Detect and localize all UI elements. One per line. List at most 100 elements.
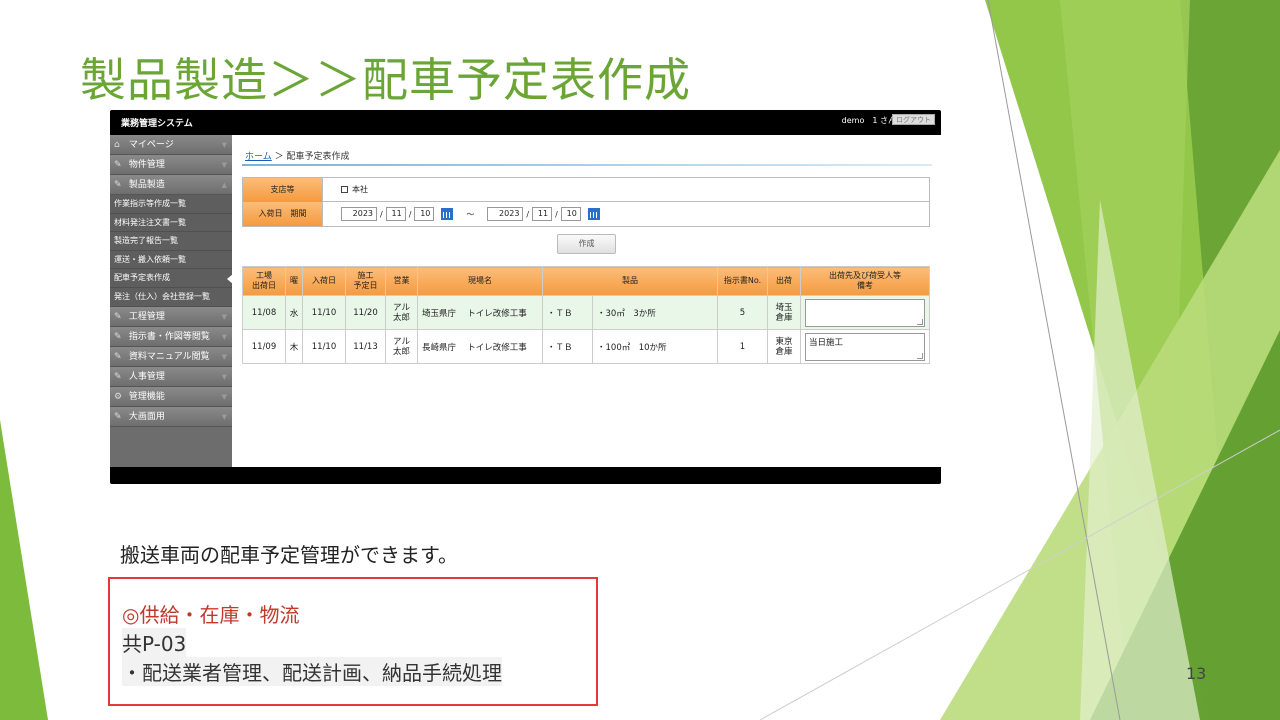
branch-checkbox[interactable]: [341, 186, 348, 193]
notes-textarea[interactable]: 当日施工: [805, 332, 925, 361]
create-button[interactable]: 作成: [557, 234, 616, 254]
calendar-icon[interactable]: [441, 208, 454, 220]
breadcrumb-home-link[interactable]: ホーム: [245, 152, 272, 162]
breadcrumb-current: 配車予定表作成: [286, 152, 350, 162]
chevron-down-icon: ▼: [221, 412, 227, 421]
sidebar-subitem-transport-requests[interactable]: 運送・搬入依頼一覧: [110, 250, 232, 270]
sidebar-subitem-material-orders[interactable]: 材料発注注文書一覧: [110, 213, 232, 233]
col-sales: 営業: [385, 266, 418, 296]
cell-site-project: トイレ改修工事: [467, 342, 527, 353]
cell-instruction-no: 1: [717, 329, 768, 364]
feature-item: ・配送業者管理、配送計画、納品手続処理: [122, 657, 502, 686]
chevron-down-icon: ▼: [221, 392, 227, 401]
cell-weekday: 水: [285, 295, 303, 330]
sidebar-item-manufacturing[interactable]: ✎ 製品製造 ▲: [110, 175, 232, 195]
period-label: 入荷日 期間: [243, 202, 323, 226]
to-month-input[interactable]: 11: [532, 207, 553, 221]
date-separator: /: [555, 209, 558, 219]
col-instruction-no: 指示書No.: [717, 266, 768, 296]
to-year-input[interactable]: 2023: [487, 207, 524, 221]
sidebar-item-admin[interactable]: ⚙ 管理機能 ▼: [110, 386, 232, 407]
chevron-down-icon: ▼: [221, 332, 227, 341]
sidebar-item-label: 製品製造: [128, 180, 165, 190]
from-month-input[interactable]: 11: [385, 207, 406, 221]
sidebar-item-large-screen[interactable]: ✎ 大画面用 ▼: [110, 406, 232, 427]
pencil-icon: ✎: [114, 160, 122, 170]
chevron-down-icon: ▼: [221, 312, 227, 321]
user-name: demo 1 さん: [841, 116, 896, 125]
app-header: 業務管理システム demo 1 さん ログアウト: [110, 110, 941, 135]
sidebar-subitem-completion-reports[interactable]: 製造完了報告一覧: [110, 232, 232, 251]
from-day-input[interactable]: 10: [414, 207, 435, 221]
slide-title: 製品製造＞＞配車予定表作成: [80, 53, 691, 107]
sidebar-item-hr[interactable]: ✎ 人事管理 ▼: [110, 366, 232, 387]
sidebar-item-label: 管理機能: [128, 391, 165, 402]
cell-site-project: トイレ改修工事: [467, 308, 527, 319]
feature-category: ◎供給・在庫・物流: [122, 603, 300, 627]
from-year-input[interactable]: 2023: [341, 207, 377, 221]
sidebar-item-label: 指示書・作図等閲覧: [128, 331, 210, 342]
chevron-down-icon: ▼: [221, 352, 227, 361]
cell-product-type: ・ＴＢ: [542, 329, 593, 364]
sidebar-item-instructions[interactable]: ✎ 指示書・作図等閲覧 ▼: [110, 326, 232, 347]
cell-product-detail: ・100㎡ 10か所: [592, 329, 718, 364]
breadcrumb-separator: ＞: [274, 152, 284, 162]
slide-description: 搬送車両の配車予定管理ができます。: [120, 543, 458, 567]
sidebar-item-manuals[interactable]: ✎ 資料マニュアル閲覧 ▼: [110, 346, 232, 367]
sidebar-subitem-supplier-registry[interactable]: 発注（仕入）会社登録一覧: [110, 287, 232, 307]
app-name: 業務管理システム: [121, 119, 193, 129]
notes-textarea[interactable]: [805, 298, 925, 327]
sidebar-item-process[interactable]: ✎ 工程管理 ▼: [110, 306, 232, 327]
range-tilde: ～: [466, 209, 475, 219]
feature-box: ◎供給・在庫・物流 共P-03 ・配送業者管理、配送計画、納品手続処理: [108, 577, 598, 706]
app-window: 業務管理システム demo 1 さん ログアウト ⌂ マイページ ▼ ✎ 物件管…: [110, 110, 941, 484]
pencil-icon: ✎: [114, 331, 122, 342]
sidebar-item-label: 工程管理: [128, 311, 165, 322]
col-site-name: 現場名: [417, 266, 543, 296]
cell-work-date: 11/13: [345, 329, 386, 364]
pencil-icon: ✎: [114, 180, 122, 190]
cell-sales: アル 太郎: [385, 329, 418, 364]
col-work-date: 施工 予定日: [345, 266, 386, 296]
app-footer: [110, 467, 941, 484]
table-row: 11/09 木 11/10 11/13 アル 太郎 長崎県庁 トイレ改修工事 ・…: [242, 329, 930, 364]
logout-button[interactable]: ログアウト: [892, 114, 935, 125]
cell-instruction-no: 5: [717, 295, 768, 330]
pencil-icon: ✎: [114, 411, 122, 422]
sidebar-item-label: 大画面用: [128, 411, 165, 422]
sidebar-subitem-dispatch-schedule[interactable]: 配車予定表作成: [110, 269, 233, 288]
sidebar-item-label: 人事管理: [128, 371, 165, 382]
cell-work-date: 11/20: [345, 295, 386, 330]
chevron-down-icon: ▼: [221, 372, 227, 381]
col-shipment: 出荷: [767, 266, 801, 296]
home-icon: ⌂: [114, 140, 120, 150]
sidebar: ⌂ マイページ ▼ ✎ 物件管理 ▼ ✎ 製品製造 ▲ 作業指示等作成一覧 材料…: [110, 135, 233, 467]
col-destination-notes: 出荷先及び荷受人等 備考: [800, 266, 930, 296]
pencil-icon: ✎: [114, 311, 122, 322]
branch-option-label: 本社: [352, 185, 368, 194]
sidebar-item-label: マイページ: [128, 140, 174, 150]
pencil-icon: ✎: [114, 371, 122, 382]
cell-site-name: 埼玉県庁 トイレ改修工事: [417, 295, 543, 330]
sidebar-item-label: 物件管理: [128, 160, 165, 170]
cell-weekday: 木: [285, 329, 303, 364]
col-product: 製品: [542, 266, 718, 296]
date-separator: /: [408, 209, 412, 219]
cell-notes: 当日施工: [800, 329, 930, 364]
sidebar-subitem-work-orders[interactable]: 作業指示等作成一覧: [110, 195, 232, 214]
sidebar-item-mypage[interactable]: ⌂ マイページ ▼: [110, 135, 232, 155]
main-content: ホーム ＞ 配車予定表作成 支店等 本社 入荷日 期間 2023 / 11 /: [232, 135, 941, 467]
to-day-input[interactable]: 10: [560, 207, 581, 221]
cell-site-prefecture: 埼玉県庁: [422, 308, 457, 319]
branch-label: 支店等: [243, 177, 323, 202]
date-separator: /: [526, 209, 530, 219]
chevron-down-icon: ▼: [221, 161, 227, 169]
sidebar-item-property[interactable]: ✎ 物件管理 ▼: [110, 155, 232, 175]
chevron-down-icon: ▼: [221, 141, 227, 149]
table-header-row: 工場 出荷日 曜 入荷日 施工 予定日 営業 現場名 製品 指示書No. 出荷 …: [242, 266, 930, 296]
cell-ship-date: 11/09: [242, 329, 286, 364]
table-row: 11/08 水 11/10 11/20 アル 太郎 埼玉県庁 トイレ改修工事 ・…: [242, 295, 930, 330]
breadcrumb: ホーム ＞ 配車予定表作成: [245, 149, 350, 162]
calendar-icon[interactable]: [587, 208, 600, 220]
breadcrumb-divider: [242, 164, 932, 166]
